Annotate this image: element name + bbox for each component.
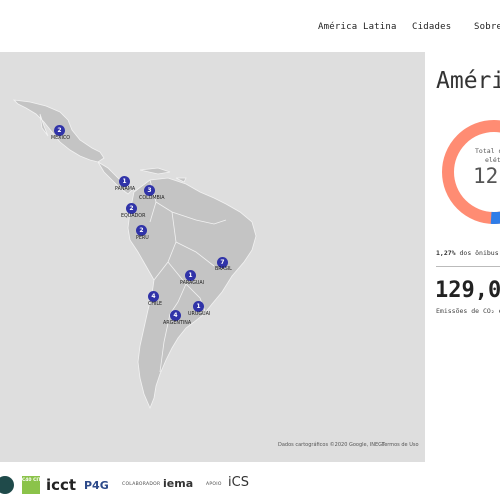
latin-america-map [12, 99, 257, 410]
donut-value: 12 [473, 164, 499, 188]
country-label-mexico: MEXICO [51, 136, 70, 141]
electric-bus-share-text: dos ônibus [455, 249, 499, 257]
partner-logo-circle [0, 476, 14, 494]
nav-link-sobre[interactable]: Sobre [474, 22, 500, 32]
electric-bus-share: 1,27% dos ônibus [436, 249, 499, 257]
country-label-argentina: ARGENTINA [163, 321, 192, 326]
donut-label-total: Total d [475, 147, 500, 155]
country-label-panama: PANAMA [115, 187, 136, 192]
co2-emissions-label: Emissões de CO₂ e [436, 307, 500, 315]
co2-emissions-value: 129,0 [435, 278, 500, 303]
footer-label-apoio: APOIO [206, 482, 222, 487]
top-navigation-bar: América Latina Cidades Sobre [0, 0, 500, 52]
country-label-equador: EQUADOR [121, 214, 146, 219]
partner-logos-footer: C40 CITIES icct P4G COLABORADOR iema APO… [0, 462, 500, 500]
panel-divider [436, 266, 500, 267]
partner-logo-p4g: P4G [84, 479, 109, 492]
nav-link-america-latina[interactable]: América Latina [318, 22, 397, 32]
map-marker-equador[interactable]: 2 [126, 203, 137, 214]
stats-panel: Améri Total d elét 12 1,27% dos ônibus 1… [425, 52, 500, 462]
footer-label-colaborador: COLABORADOR [122, 482, 161, 487]
map-marker-mexico[interactable]: 2 [54, 125, 65, 136]
donut-label-electric: elét [485, 156, 500, 164]
map-terms-link[interactable]: Termos de Uso [382, 442, 419, 448]
panel-title: Améri [436, 68, 500, 94]
donut-electric-segment [490, 211, 500, 224]
partner-logo-c40: C40 CITIES [22, 476, 49, 494]
map-marker-peru[interactable]: 2 [136, 225, 147, 236]
south-america-landmass [127, 177, 257, 410]
country-label-chile: CHILE [148, 302, 163, 307]
map-attribution: Dados cartográficos ©2020 Google, INEGI [278, 442, 384, 448]
country-label-paraguai: PARAGUAI [180, 281, 205, 286]
map-marker-chile[interactable]: 4 [148, 291, 159, 302]
electric-bus-share-value: 1,27% [436, 249, 456, 257]
country-label-colombia: COLOMBIA [139, 196, 165, 201]
partner-logo-ics: iCS [228, 475, 249, 490]
partner-logo-iema: iema [163, 477, 194, 490]
partner-logo-icct: icct [46, 476, 77, 494]
map-marker-argentina[interactable]: 4 [170, 310, 181, 321]
map-marker-paraguai[interactable]: 1 [185, 270, 196, 281]
country-label-uruguai: URUGUAI [188, 312, 211, 317]
map-marker-colombia[interactable]: 3 [144, 185, 155, 196]
country-label-peru: PERU [136, 236, 149, 241]
nav-link-cidades[interactable]: Cidades [412, 22, 451, 32]
map-marker-panama[interactable]: 1 [119, 176, 130, 187]
map-view[interactable]: 2 MEXICO 1 PANAMA 3 COLOMBIA 2 EQUADOR 2… [0, 52, 430, 462]
map-marker-uruguai[interactable]: 1 [193, 301, 204, 312]
country-label-brasil: BRASIL [215, 267, 232, 272]
